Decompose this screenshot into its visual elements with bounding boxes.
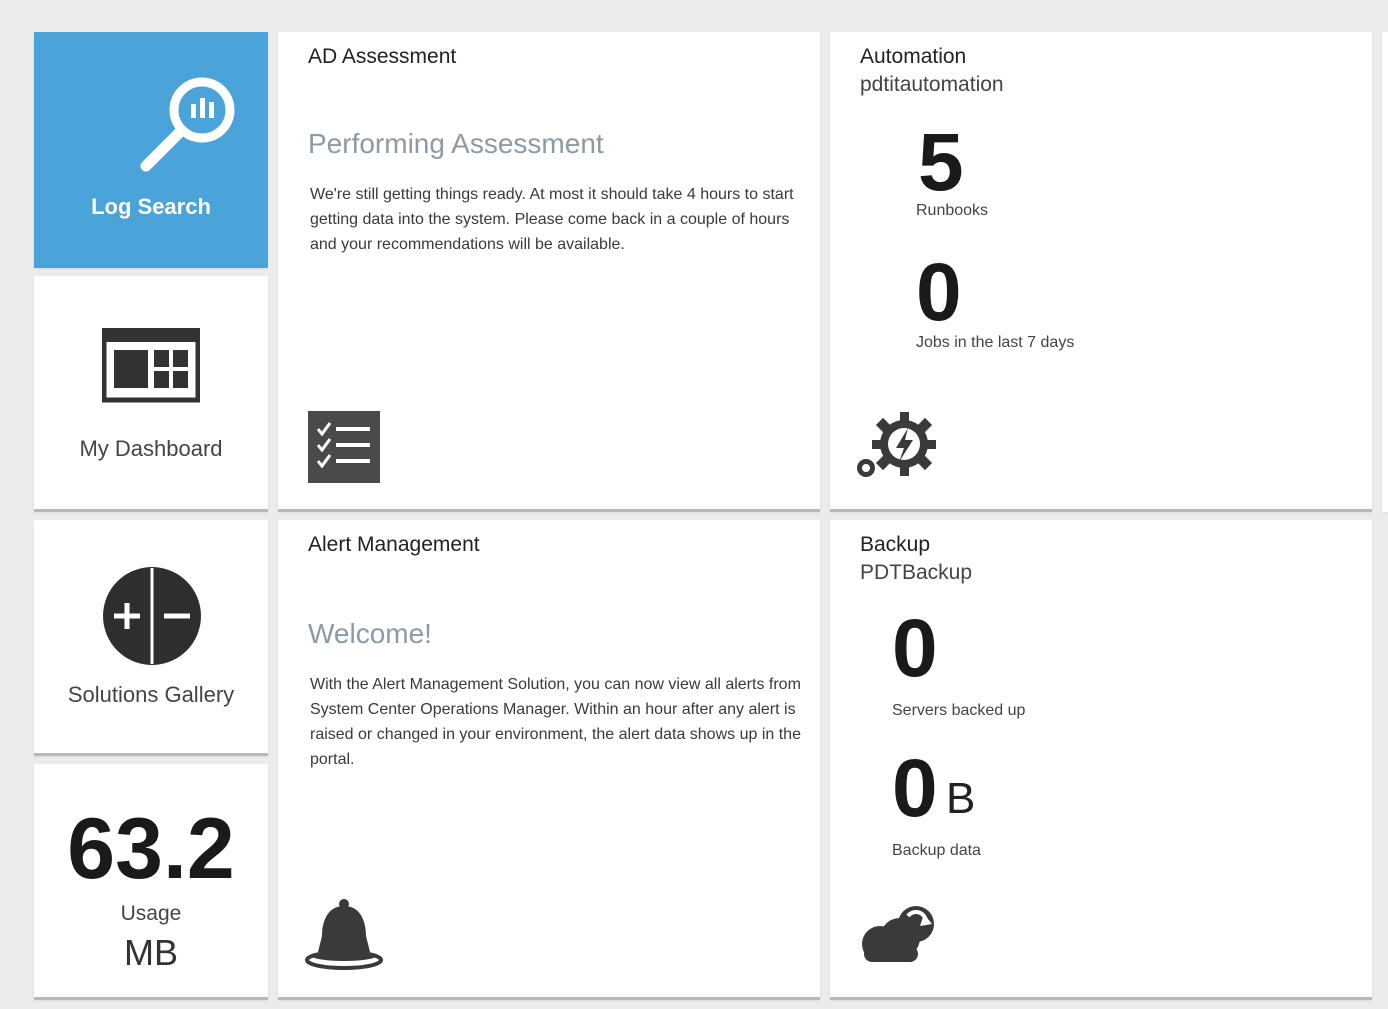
alert-management-tile[interactable]: Alert Management Welcome! With the Alert… — [278, 520, 820, 1000]
bell-icon — [305, 899, 383, 970]
ad-assessment-heading: Performing Assessment — [308, 128, 604, 159]
log-search-icon — [140, 77, 235, 172]
automation-title: Automation — [860, 45, 967, 68]
cloud-backup-icon — [862, 906, 934, 962]
usage-tile[interactable]: 63.2 Usage MB — [34, 764, 268, 1000]
backup-subtitle: PDTBackup — [860, 561, 973, 584]
ad-assessment-tile[interactable]: AD Assessment Performing Assessment We'r… — [278, 32, 820, 512]
backup-title: Backup — [860, 533, 931, 556]
automation-subtitle: pdtitautomation — [860, 73, 1004, 96]
jobs-value: 0 — [916, 247, 962, 338]
automation-tile[interactable]: Automation pdtitautomation 5 Runbooks 0 … — [830, 32, 1372, 512]
backup-data-unit: B — [946, 774, 976, 823]
log-search-tile[interactable]: Log Search — [34, 32, 268, 268]
backup-data-label: Backup data — [892, 842, 981, 859]
alert-management-title: Alert Management — [308, 533, 480, 556]
solutions-gallery-icon — [103, 567, 201, 665]
ad-assessment-body: We're still getting things ready. At mos… — [310, 186, 794, 253]
dashboard-icon — [102, 328, 200, 403]
usage-label: Usage — [120, 902, 182, 925]
my-dashboard-label: My Dashboard — [79, 436, 223, 461]
automation-gear-icon — [857, 412, 936, 477]
alert-management-body: With the Alert Management Solution, you … — [310, 676, 801, 768]
solutions-gallery-label: Solutions Gallery — [67, 682, 235, 707]
checklist-icon — [308, 411, 380, 483]
usage-unit: MB — [124, 932, 178, 973]
backup-tile[interactable]: Backup PDTBackup 0 Servers backed up 0 B… — [830, 520, 1372, 1000]
servers-backed-up-label: Servers backed up — [892, 702, 1026, 719]
usage-value: 63.2 — [67, 801, 235, 897]
solutions-gallery-tile[interactable]: Solutions Gallery — [34, 520, 268, 756]
ad-assessment-title: AD Assessment — [308, 45, 457, 68]
offscreen-tile-edge — [1382, 32, 1388, 512]
runbooks-value: 5 — [918, 117, 964, 208]
runbooks-label: Runbooks — [916, 202, 989, 219]
log-search-label: Log Search — [91, 194, 211, 219]
jobs-label: Jobs in the last 7 days — [916, 334, 1075, 351]
my-dashboard-tile[interactable]: My Dashboard — [34, 276, 268, 512]
backup-data-value: 0 — [892, 743, 938, 834]
alert-management-heading: Welcome! — [308, 618, 432, 649]
servers-backed-up-value: 0 — [892, 603, 938, 694]
